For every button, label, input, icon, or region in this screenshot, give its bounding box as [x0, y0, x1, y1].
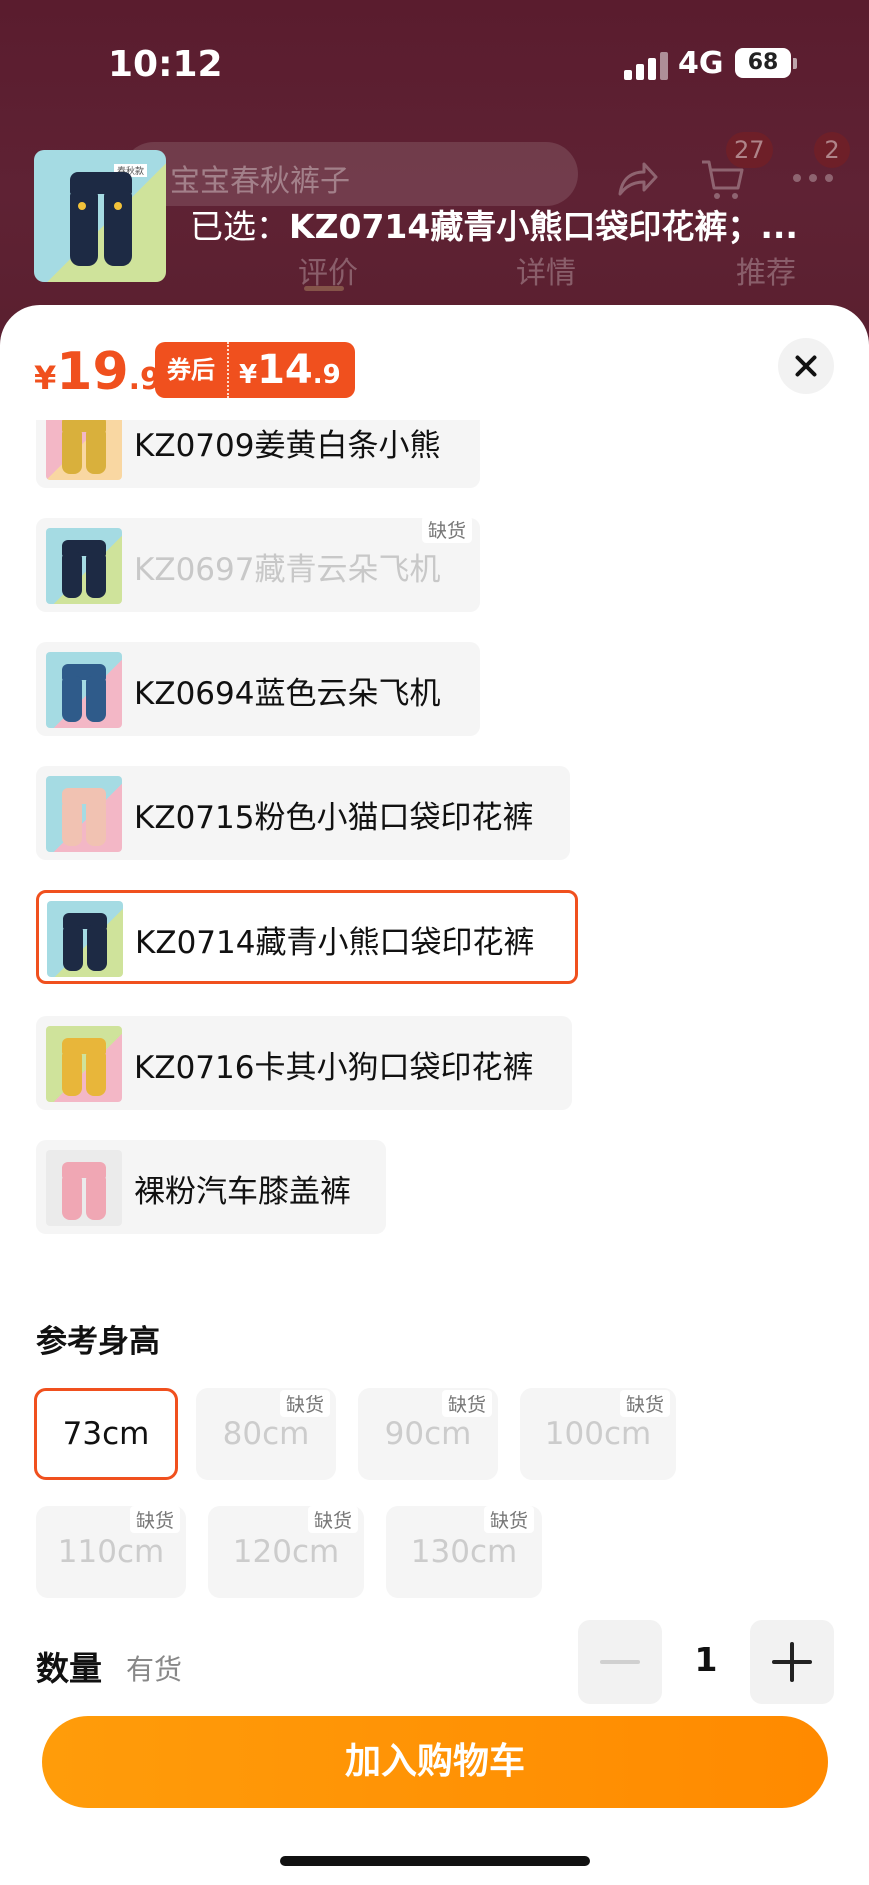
option-thumbnail: [46, 1026, 122, 1102]
tab-underline: [304, 286, 344, 291]
status-bar: 10:12 4G 68: [0, 40, 869, 90]
coupon-label: 券后: [155, 342, 227, 398]
option-thumbnail: [46, 420, 122, 480]
option-label: KZ0709姜黄白条小熊: [134, 428, 441, 464]
minus-icon[interactable]: [578, 1620, 662, 1704]
tab-details[interactable]: 详情: [516, 248, 576, 292]
size-label: 80cm: [222, 1416, 310, 1452]
cart-count-badge: 27: [726, 132, 773, 168]
size-label: 100cm: [544, 1416, 652, 1452]
home-indicator: [280, 1856, 590, 1866]
price-currency: ¥: [34, 359, 57, 397]
option-item[interactable]: KZ0709姜黄白条小熊: [36, 420, 480, 488]
size-option-selected[interactable]: 73cm: [34, 1388, 178, 1480]
coupon-decimal: .9: [312, 360, 341, 390]
out-of-stock-tag: 缺货: [280, 1390, 331, 1417]
size-label: 120cm: [232, 1534, 340, 1570]
status-time: 10:12: [108, 44, 223, 85]
plus-icon[interactable]: [750, 1620, 834, 1704]
option-thumbnail: [46, 652, 122, 728]
option-label: KZ0715粉色小猫口袋印花裤: [134, 800, 534, 836]
option-thumbnail: [46, 528, 122, 604]
size-label: 130cm: [410, 1534, 518, 1570]
dimmed-product-page: 10:12 4G 68 宝宝春秋裤子 27 2 评价 详情 推荐 春秋款 已选：…: [0, 0, 869, 320]
out-of-stock-tag: 缺货: [308, 1506, 359, 1533]
option-item[interactable]: KZ0716卡其小狗口袋印花裤: [36, 1016, 572, 1110]
option-label: KZ0716卡其小狗口袋印花裤: [134, 1050, 534, 1086]
option-item[interactable]: 裸粉汽车膝盖裤: [36, 1140, 386, 1234]
search-placeholder: 宝宝春秋裤子: [170, 164, 350, 199]
option-item[interactable]: KZ0715粉色小猫口袋印花裤: [36, 766, 570, 860]
coupon-integer: 14: [257, 347, 313, 393]
quantity-value[interactable]: 1: [690, 1640, 722, 1679]
out-of-stock-tag: 缺货: [442, 1390, 493, 1417]
message-count-badge: 2: [814, 132, 850, 168]
selected-value: KZ0714藏青小熊口袋印花裤；...: [289, 207, 798, 246]
selected-product-thumbnail: 春秋款: [34, 150, 166, 282]
option-item[interactable]: KZ0697藏青云朵飞机 缺货: [36, 516, 480, 612]
signal-icon: [624, 52, 668, 80]
option-list-viewport: KZ0709姜黄白条小熊 KZ0697藏青云朵飞机 缺货 KZ0694蓝色云朵飞…: [0, 420, 869, 1460]
original-price: ¥19.9: [34, 342, 161, 402]
share-icon[interactable]: [614, 156, 660, 202]
option-thumbnail: [46, 776, 122, 852]
size-label: 110cm: [57, 1534, 165, 1570]
add-to-cart-button[interactable]: 加入购物车: [42, 1716, 828, 1808]
option-thumbnail: [46, 1150, 122, 1226]
close-icon[interactable]: [778, 338, 834, 394]
out-of-stock-tag: 缺货: [620, 1390, 671, 1417]
stock-status: 有货: [126, 1653, 183, 1686]
size-label: 90cm: [384, 1416, 472, 1452]
coupon-price-badge: 券后 ¥14.9: [155, 342, 355, 398]
option-label: KZ0714藏青小熊口袋印花裤: [135, 925, 535, 961]
option-item[interactable]: KZ0694蓝色云朵飞机: [36, 642, 480, 736]
selected-prefix: 已选：: [190, 207, 289, 246]
option-item-selected[interactable]: KZ0714藏青小熊口袋印花裤: [36, 890, 578, 984]
battery-icon: 68: [735, 48, 791, 78]
out-of-stock-tag: 缺货: [130, 1506, 181, 1533]
option-label: KZ0694蓝色云朵飞机: [134, 676, 441, 712]
more-icon[interactable]: [790, 170, 836, 186]
quantity-label: 数量: [36, 1649, 102, 1688]
network-type: 4G: [678, 46, 724, 81]
option-label: KZ0697藏青云朵飞机: [134, 552, 441, 588]
battery-tip: [793, 58, 797, 69]
option-label: 裸粉汽车膝盖裤: [134, 1174, 351, 1210]
out-of-stock-tag: 缺货: [422, 516, 473, 543]
coupon-currency: ¥: [239, 360, 258, 390]
height-section-title: 参考身高: [36, 1324, 160, 1360]
selected-summary: 已选：KZ0714藏青小熊口袋印花裤；...: [190, 200, 798, 248]
out-of-stock-tag: 缺货: [484, 1506, 535, 1533]
price-integer: 19: [56, 342, 129, 402]
tab-recommend[interactable]: 推荐: [736, 248, 796, 292]
option-thumbnail: [47, 901, 123, 977]
coupon-price: ¥14.9: [227, 342, 355, 398]
